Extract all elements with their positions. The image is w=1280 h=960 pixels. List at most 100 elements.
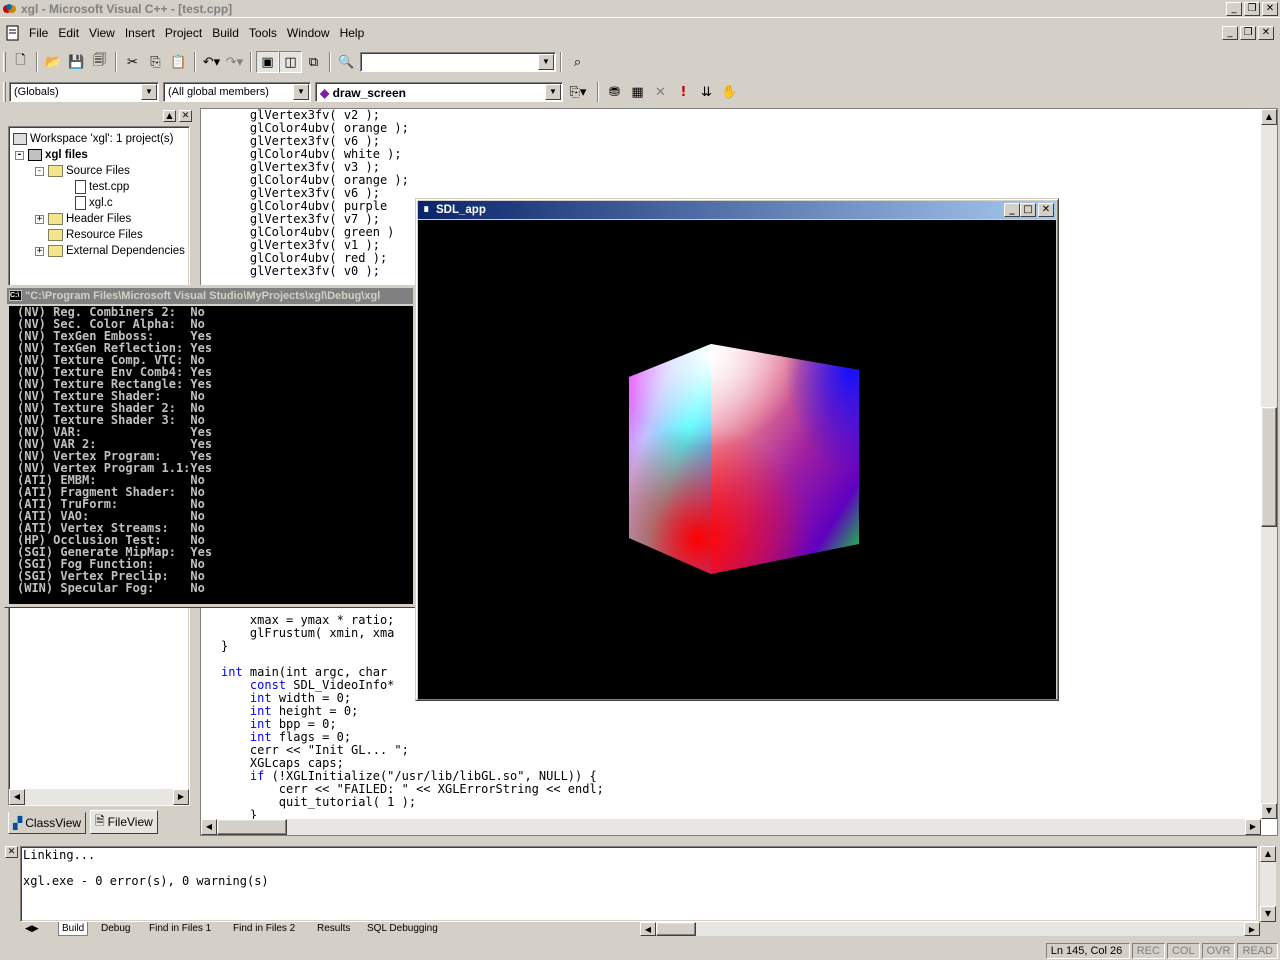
sdl-minimize-button[interactable]: _ <box>1004 203 1020 217</box>
sdl-close-button[interactable]: ✕ <box>1038 203 1054 217</box>
wizard-action-icon[interactable]: ⎘▾ <box>563 81 593 103</box>
paste-icon[interactable]: 📋 <box>167 51 190 73</box>
scroll-up-icon[interactable]: ▲ <box>1261 109 1277 125</box>
tab-build[interactable]: Build <box>58 922 89 936</box>
workspace-toggle-icon[interactable]: ▣ <box>256 51 279 73</box>
open-icon[interactable]: 📂 <box>42 51 65 73</box>
menu-build[interactable]: Build <box>207 26 244 40</box>
class-combo[interactable]: (Globals) ▼ <box>9 82 159 102</box>
scroll-left-icon[interactable]: ◀ <box>9 789 25 805</box>
sdl-app-window[interactable]: ▝ SDL_app _ □ ✕ <box>415 198 1059 701</box>
opengl-viewport[interactable] <box>418 220 1056 699</box>
find-in-files-icon[interactable]: 🔍 <box>335 51 358 73</box>
scroll-right-icon[interactable]: ▶ <box>1244 922 1260 936</box>
save-all-icon[interactable]: 🗐 <box>88 51 111 73</box>
tree-file-test-cpp[interactable]: test.cpp <box>75 179 129 195</box>
chevron-down-icon[interactable]: ▼ <box>141 84 157 100</box>
output-hscroll-thumb[interactable] <box>656 922 696 936</box>
search-icon[interactable]: ⌕ <box>566 51 589 73</box>
menu-help[interactable]: Help <box>335 26 370 40</box>
tree-workspace-root[interactable]: Workspace 'xgl': 1 project(s) <box>13 131 174 147</box>
editor-vscrollbar[interactable]: ▲ ▼ <box>1261 109 1277 819</box>
hscroll-thumb[interactable] <box>217 819 287 835</box>
menu-project[interactable]: Project <box>160 26 207 40</box>
tab-classview[interactable]: ▞ ClassView <box>8 812 87 834</box>
cut-icon[interactable]: ✂ <box>121 51 144 73</box>
pane-close-button[interactable]: ✕ <box>179 110 192 122</box>
menu-bar: File Edit View Insert Project Build Tool… <box>0 22 1280 44</box>
tab-results[interactable]: Results <box>314 922 353 936</box>
document-icon[interactable] <box>6 25 20 41</box>
tree-project[interactable]: - xgl files <box>15 147 88 163</box>
close-button[interactable]: ✕ <box>1262 1 1278 16</box>
chevron-down-icon[interactable]: ▼ <box>293 84 309 100</box>
expand-icon[interactable]: + <box>35 246 44 256</box>
tab-find-in-files-1[interactable]: Find in Files 1 <box>146 922 214 936</box>
menu-file[interactable]: File <box>24 26 53 40</box>
mdi-restore-button[interactable]: ❐ <box>1240 26 1256 40</box>
output-toggle-icon[interactable]: ◫ <box>279 51 302 73</box>
mdi-close-button[interactable]: ✕ <box>1258 26 1274 40</box>
menu-edit[interactable]: Edit <box>53 26 84 40</box>
menu-insert[interactable]: Insert <box>120 26 160 40</box>
editor-hscrollbar[interactable]: ◀ ▶ <box>201 819 1261 835</box>
collapse-icon[interactable]: - <box>35 166 44 176</box>
stop-build-icon[interactable]: ✕ <box>649 81 672 103</box>
new-text-file-icon[interactable]: 🗋 <box>9 51 32 73</box>
find-combo[interactable]: ▼ <box>360 52 556 72</box>
tab-scroll-left-icon[interactable]: ◀▶ <box>22 922 42 936</box>
minimize-button[interactable]: _ <box>1226 1 1242 16</box>
build-icon[interactable]: ▦ <box>626 81 649 103</box>
scroll-left-icon[interactable]: ◀ <box>640 922 656 936</box>
output-line: Linking... <box>23 848 96 862</box>
menu-window[interactable]: Window <box>282 26 335 40</box>
status-rec: REC <box>1131 943 1165 959</box>
tree-resource-files[interactable]: Resource Files <box>48 227 143 243</box>
tab-find-in-files-2[interactable]: Find in Files 2 <box>230 922 298 936</box>
chevron-down-icon[interactable]: ▼ <box>538 54 554 70</box>
member-combo[interactable]: ◆ draw_screen ▼ <box>315 82 563 102</box>
output-hscrollbar[interactable]: ◀ ▶ <box>640 922 1260 936</box>
tree-external-dependencies[interactable]: + External Dependencies <box>35 243 185 259</box>
execute-icon[interactable]: ! <box>672 81 695 103</box>
filter-combo[interactable]: (All global members) ▼ <box>163 82 311 102</box>
expand-icon[interactable]: + <box>35 214 44 224</box>
redo-icon[interactable]: ↷▾ <box>223 51 246 73</box>
console-window[interactable]: C:\ "C:\Program Files\Microsoft Visual S… <box>4 285 416 608</box>
scroll-right-icon[interactable]: ▶ <box>173 789 189 805</box>
chevron-down-icon[interactable]: ▼ <box>545 84 561 100</box>
menu-view[interactable]: View <box>84 26 120 40</box>
scroll-up-icon[interactable]: ▲ <box>1260 846 1276 862</box>
tree-source-files[interactable]: - Source Files <box>35 163 130 179</box>
scroll-thumb[interactable] <box>1261 407 1277 527</box>
tree-hscrollbar[interactable]: ◀ ▶ <box>9 789 189 805</box>
console-title-bar[interactable]: C:\ "C:\Program Files\Microsoft Visual S… <box>7 288 413 304</box>
output-close-button[interactable]: ✕ <box>5 846 18 858</box>
scroll-right-icon[interactable]: ▶ <box>1245 819 1261 835</box>
scroll-down-icon[interactable]: ▼ <box>1261 803 1277 819</box>
compile-icon[interactable]: ⛃ <box>603 81 626 103</box>
restore-button[interactable]: ❐ <box>1244 1 1260 16</box>
breakpoint-hand-icon[interactable]: ✋ <box>718 81 741 103</box>
window-list-icon[interactable]: ⧉ <box>302 51 325 73</box>
pane-maximize-button[interactable]: ▲ <box>163 110 176 122</box>
sdl-maximize-button[interactable]: □ <box>1020 203 1036 217</box>
mdi-minimize-button[interactable]: _ <box>1222 26 1238 40</box>
collapse-icon[interactable]: - <box>15 150 24 160</box>
output-vscrollbar[interactable]: ▲ ▼ <box>1260 846 1276 922</box>
tree-header-files[interactable]: + Header Files <box>35 211 131 227</box>
sdl-title-bar[interactable]: ▝ SDL_app _ □ ✕ <box>418 201 1056 219</box>
tab-sql-debugging[interactable]: SQL Debugging <box>364 922 441 936</box>
go-icon[interactable]: ⇊ <box>695 81 718 103</box>
tab-debug[interactable]: Debug <box>98 922 133 936</box>
menu-tools[interactable]: Tools <box>244 26 282 40</box>
scroll-left-icon[interactable]: ◀ <box>201 819 217 835</box>
code-text[interactable]: glVertex3fv( v2 ); glColor4ubv( orange )… <box>221 109 604 822</box>
save-icon[interactable]: 💾 <box>65 51 88 73</box>
tab-fileview[interactable]: 🗎 FileView <box>90 810 158 834</box>
build-output[interactable]: Linking... xgl.exe - 0 error(s), 0 warnin… <box>20 846 1258 922</box>
undo-icon[interactable]: ↶▾ <box>200 51 223 73</box>
copy-icon[interactable]: ⎘ <box>144 51 167 73</box>
tree-file-xgl-c[interactable]: xgl.c <box>75 195 113 211</box>
scroll-down-icon[interactable]: ▼ <box>1260 906 1276 922</box>
